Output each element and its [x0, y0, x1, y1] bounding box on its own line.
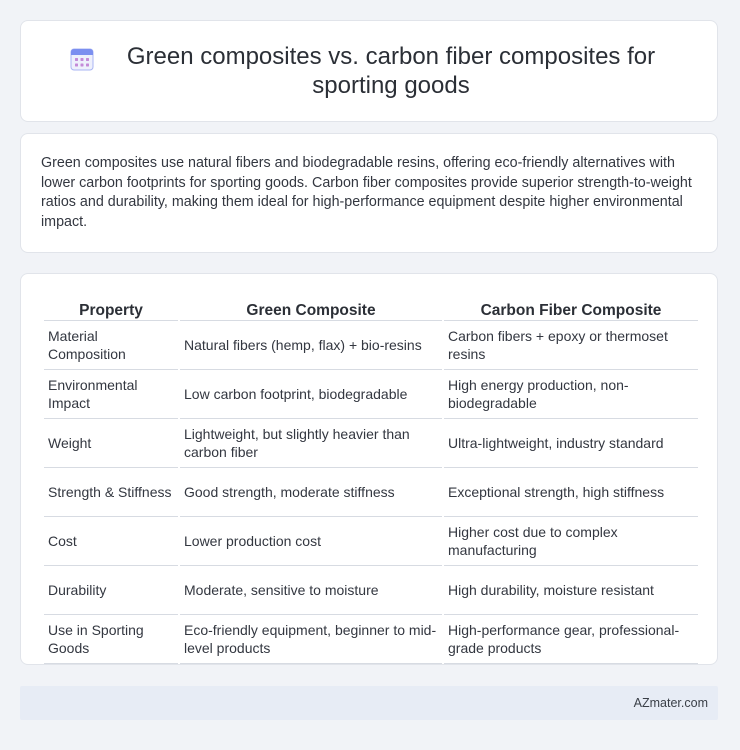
carbon-fiber-cell: High-performance gear, professional-grad… [444, 615, 698, 664]
green-composite-cell: Eco-friendly equipment, beginner to mid-… [180, 615, 442, 664]
carbon-fiber-cell: High durability, moisture resistant [444, 566, 698, 615]
table-row: Weight Lightweight, but slightly heavier… [44, 419, 698, 468]
table-header-row: Property Green Composite Carbon Fiber Co… [44, 294, 698, 321]
green-composite-cell: Low carbon footprint, biodegradable [180, 370, 442, 419]
summary-card: Green composites use natural fibers and … [20, 133, 718, 253]
footer-site-link[interactable]: AZmater.com [634, 696, 708, 710]
title-wrap: Green composites vs. carbon fiber compos… [69, 42, 669, 100]
table-row: Material Composition Natural fibers (hem… [44, 321, 698, 370]
page-title: Green composites vs. carbon fiber compos… [126, 43, 656, 99]
table-row: Environmental Impact Low carbon footprin… [44, 370, 698, 419]
property-cell: Strength & Stiffness [44, 468, 178, 517]
footer-bar: AZmater.com [20, 686, 718, 720]
property-cell: Use in Sporting Goods [44, 615, 178, 664]
property-cell: Environmental Impact [44, 370, 178, 419]
table-row: Cost Lower production cost Higher cost d… [44, 517, 698, 566]
header-green-composite: Green Composite [180, 294, 442, 321]
table-row: Use in Sporting Goods Eco-friendly equip… [44, 615, 698, 664]
comparison-table-card: Property Green Composite Carbon Fiber Co… [20, 273, 718, 665]
carbon-fiber-cell: Exceptional strength, high stiffness [444, 468, 698, 517]
green-composite-cell: Natural fibers (hemp, flax) + bio-resins [180, 321, 442, 370]
table-row: Strength & Stiffness Good strength, mode… [44, 468, 698, 517]
carbon-fiber-cell: Higher cost due to complex manufacturing [444, 517, 698, 566]
property-cell: Material Composition [44, 321, 178, 370]
green-composite-cell: Lower production cost [180, 517, 442, 566]
calendar-icon [70, 48, 94, 71]
property-cell: Weight [44, 419, 178, 468]
header-carbon-fiber-composite: Carbon Fiber Composite [444, 294, 698, 321]
green-composite-cell: Good strength, moderate stiffness [180, 468, 442, 517]
carbon-fiber-cell: Carbon fibers + epoxy or thermoset resin… [444, 321, 698, 370]
carbon-fiber-cell: Ultra-lightweight, industry standard [444, 419, 698, 468]
property-cell: Cost [44, 517, 178, 566]
property-cell: Durability [44, 566, 178, 615]
title-card: Green composites vs. carbon fiber compos… [20, 20, 718, 122]
green-composite-cell: Moderate, sensitive to moisture [180, 566, 442, 615]
table-row: Durability Moderate, sensitive to moistu… [44, 566, 698, 615]
carbon-fiber-cell: High energy production, non-biodegradabl… [444, 370, 698, 419]
comparison-table: Property Green Composite Carbon Fiber Co… [42, 294, 700, 664]
summary-text: Green composites use natural fibers and … [41, 155, 692, 230]
header-property: Property [44, 294, 178, 321]
green-composite-cell: Lightweight, but slightly heavier than c… [180, 419, 442, 468]
